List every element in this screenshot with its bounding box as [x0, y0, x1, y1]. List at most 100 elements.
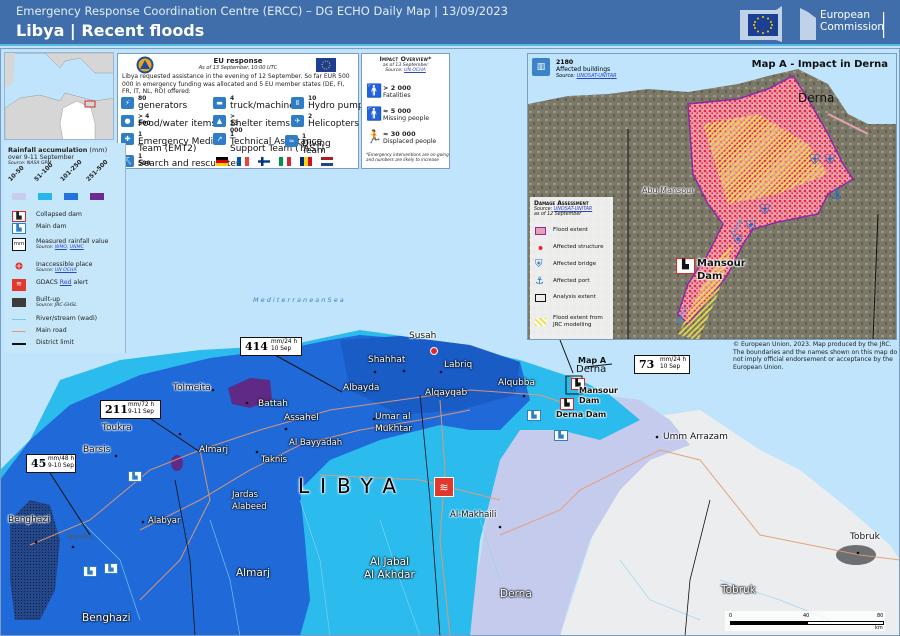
affected-buildings-value: 2180	[556, 59, 574, 66]
building-icon: ▥	[532, 58, 550, 76]
impact-value: ≈ 30 000	[383, 130, 416, 138]
scale-unit: km	[875, 625, 883, 631]
un-ocha-link[interactable]: UN OCHA	[55, 268, 77, 273]
place-umm-arrazam: Umm Arrazam	[663, 432, 728, 442]
tobruk-urban	[836, 545, 876, 565]
place-assahel: Assahel	[284, 413, 319, 423]
district-tobruk: Tobruk	[721, 584, 756, 596]
generator-icon: ⚡	[121, 97, 134, 109]
main-dam-icon[interactable]: ▙	[83, 566, 97, 577]
main-dam-icon: ▙	[12, 223, 26, 234]
impact-footnote: *Emergency interventions are on-going an…	[366, 152, 449, 162]
rain-swatch-10-50	[12, 193, 26, 200]
rain-unit: (mm)	[89, 146, 108, 154]
impact-label: Missing people	[383, 115, 430, 122]
svg-text:⛨: ⛨	[810, 153, 820, 168]
place-tobruk-city: Tobruk	[850, 532, 880, 542]
place-shahhat: Shahhat	[368, 355, 406, 365]
missing-icon: 🚹	[366, 107, 383, 122]
damage-source: Source: UNOSAT-UNITAR as of 12 September	[534, 207, 592, 217]
district-al-jabal-2: Al Akhdar	[364, 569, 415, 581]
rainfall-value-box[interactable]: 211 mm/72 h 9-11 Sep	[100, 400, 161, 419]
map-a-title: Map A - Impact in Derna	[751, 59, 888, 70]
rain-class-label: 251-500	[85, 158, 110, 183]
rainfall-value-box[interactable]: 73 mm/24 h 10 Sep	[634, 355, 690, 374]
scale-segment-2	[807, 621, 884, 625]
place-derna-dam: Derna Dam	[556, 410, 607, 419]
inaccessible-place-marker[interactable]	[430, 347, 438, 355]
place-albayda: Albayda	[343, 383, 380, 393]
unosat-link[interactable]: UNOSAT-UNITAR	[577, 73, 617, 79]
flag-netherlands-icon	[321, 157, 333, 166]
svg-text:⛨: ⛨	[760, 203, 770, 218]
unmc-link[interactable]: UNMC	[70, 245, 84, 250]
impact-label: Fatalities	[383, 92, 411, 99]
impact-title: Impact Overview*	[379, 56, 432, 63]
place-al-makhaili: Al-Makhaili	[450, 510, 497, 520]
unit: mm/24 h	[660, 357, 687, 363]
rain-swatch-51-100	[38, 193, 52, 200]
fatalities-icon: 🚹	[366, 84, 383, 99]
legend-label: Measured rainfall value	[36, 238, 109, 245]
gdacs-red-alert-icon[interactable]: ≋	[434, 477, 454, 497]
sea-label: M e d i t e r r a n e a n S e a	[253, 296, 344, 304]
legend-source: Source: UN OCHA	[36, 268, 77, 273]
map-page: Emergency Response Coordination Centre (…	[0, 0, 900, 636]
derna-dam-collapsed-icon[interactable]: ▙	[560, 398, 574, 410]
helicopter-icon: ✈	[291, 115, 304, 127]
gdacs-red-link[interactable]: Red	[60, 279, 72, 286]
legend-label: GDACS Red alert	[36, 279, 88, 286]
rainfall-unit: mm/24 h 10 Sep	[271, 339, 297, 353]
main-dam-icon[interactable]: ▙	[554, 430, 568, 441]
impact-source: Source: UN OCHA	[364, 68, 447, 73]
flag-finland-icon	[258, 157, 270, 166]
main-dam-icon[interactable]: ▙	[527, 410, 541, 421]
place-alabyar: Alabyar	[148, 516, 181, 526]
un-ocha-link[interactable]: UN OCHA	[404, 68, 426, 73]
unit: mm/24 h	[271, 339, 298, 345]
rainfall-value: 211	[105, 403, 128, 416]
analysis-extent-swatch	[535, 294, 546, 302]
legend-source: Source: JRC-GHSL	[36, 303, 77, 308]
period: 10 Sep	[660, 364, 681, 370]
impact-value: ≈ 5 000	[383, 107, 412, 115]
item-label: truck/machine	[230, 101, 295, 111]
damage-label: Affected bridge	[553, 261, 597, 267]
scale-segment-1	[730, 621, 807, 625]
main-dam-icon[interactable]: ▙	[128, 471, 142, 482]
district-almarj: Almarj	[236, 567, 270, 579]
disclaimer-text: © European Union, 2023. Map produced by …	[733, 341, 898, 371]
scale-tick-80: 80	[877, 613, 884, 619]
rainfall-value: 73	[639, 358, 655, 371]
legend-label: Main dam	[36, 223, 67, 230]
legend-label: Built-up	[36, 296, 61, 303]
truck-icon: ▬	[213, 97, 226, 109]
legend-label: River/stream (wadi)	[36, 315, 98, 322]
scale-bar: 0 40 80 km	[725, 611, 885, 631]
place-taknis: Taknis	[261, 455, 288, 465]
inaccessible-place-icon	[12, 261, 26, 272]
wmo-link[interactable]: WMO	[55, 245, 67, 250]
legend-label: District limit	[36, 339, 74, 346]
rainfall-value-box[interactable]: 45 mm/48 h 9-10 Sep	[26, 454, 76, 473]
damage-label: Affected port	[553, 278, 590, 284]
scale-tick-40: 40	[803, 613, 810, 619]
derna-label: Derna	[798, 91, 835, 105]
main-dam-icon[interactable]: ▙	[104, 563, 118, 574]
item-label-2: Team	[302, 146, 326, 156]
legend-source: Source: WMO, UNMC	[36, 245, 84, 250]
district-al-jabal-1: Al Jabal	[370, 556, 409, 568]
locator-inset-map	[4, 52, 114, 140]
affected-structure-icon	[535, 244, 546, 252]
unit: mm/48 h	[48, 456, 75, 462]
mansour-dam-collapsed-icon[interactable]: ▙	[676, 258, 695, 274]
source-label: Source:	[385, 68, 403, 73]
rain-class-label: 10-50	[7, 164, 26, 183]
svg-text:⛨: ⛨	[746, 219, 756, 234]
rainfall-value-box[interactable]: 414 mm/24 h 10 Sep	[240, 337, 302, 356]
abu-mansour-label: Abu Mansour	[642, 186, 695, 195]
jrc-flood-swatch	[535, 318, 546, 326]
rainfall-unit: mm/24 h 10 Sep	[660, 357, 686, 371]
tast-icon: ↗	[213, 133, 226, 145]
map-a-panel[interactable]: ⛨ ⛨ ⛨ ⛨ ⛨ ⚓ Map A - Impact in Derna ▥ 2180 …	[527, 53, 897, 340]
